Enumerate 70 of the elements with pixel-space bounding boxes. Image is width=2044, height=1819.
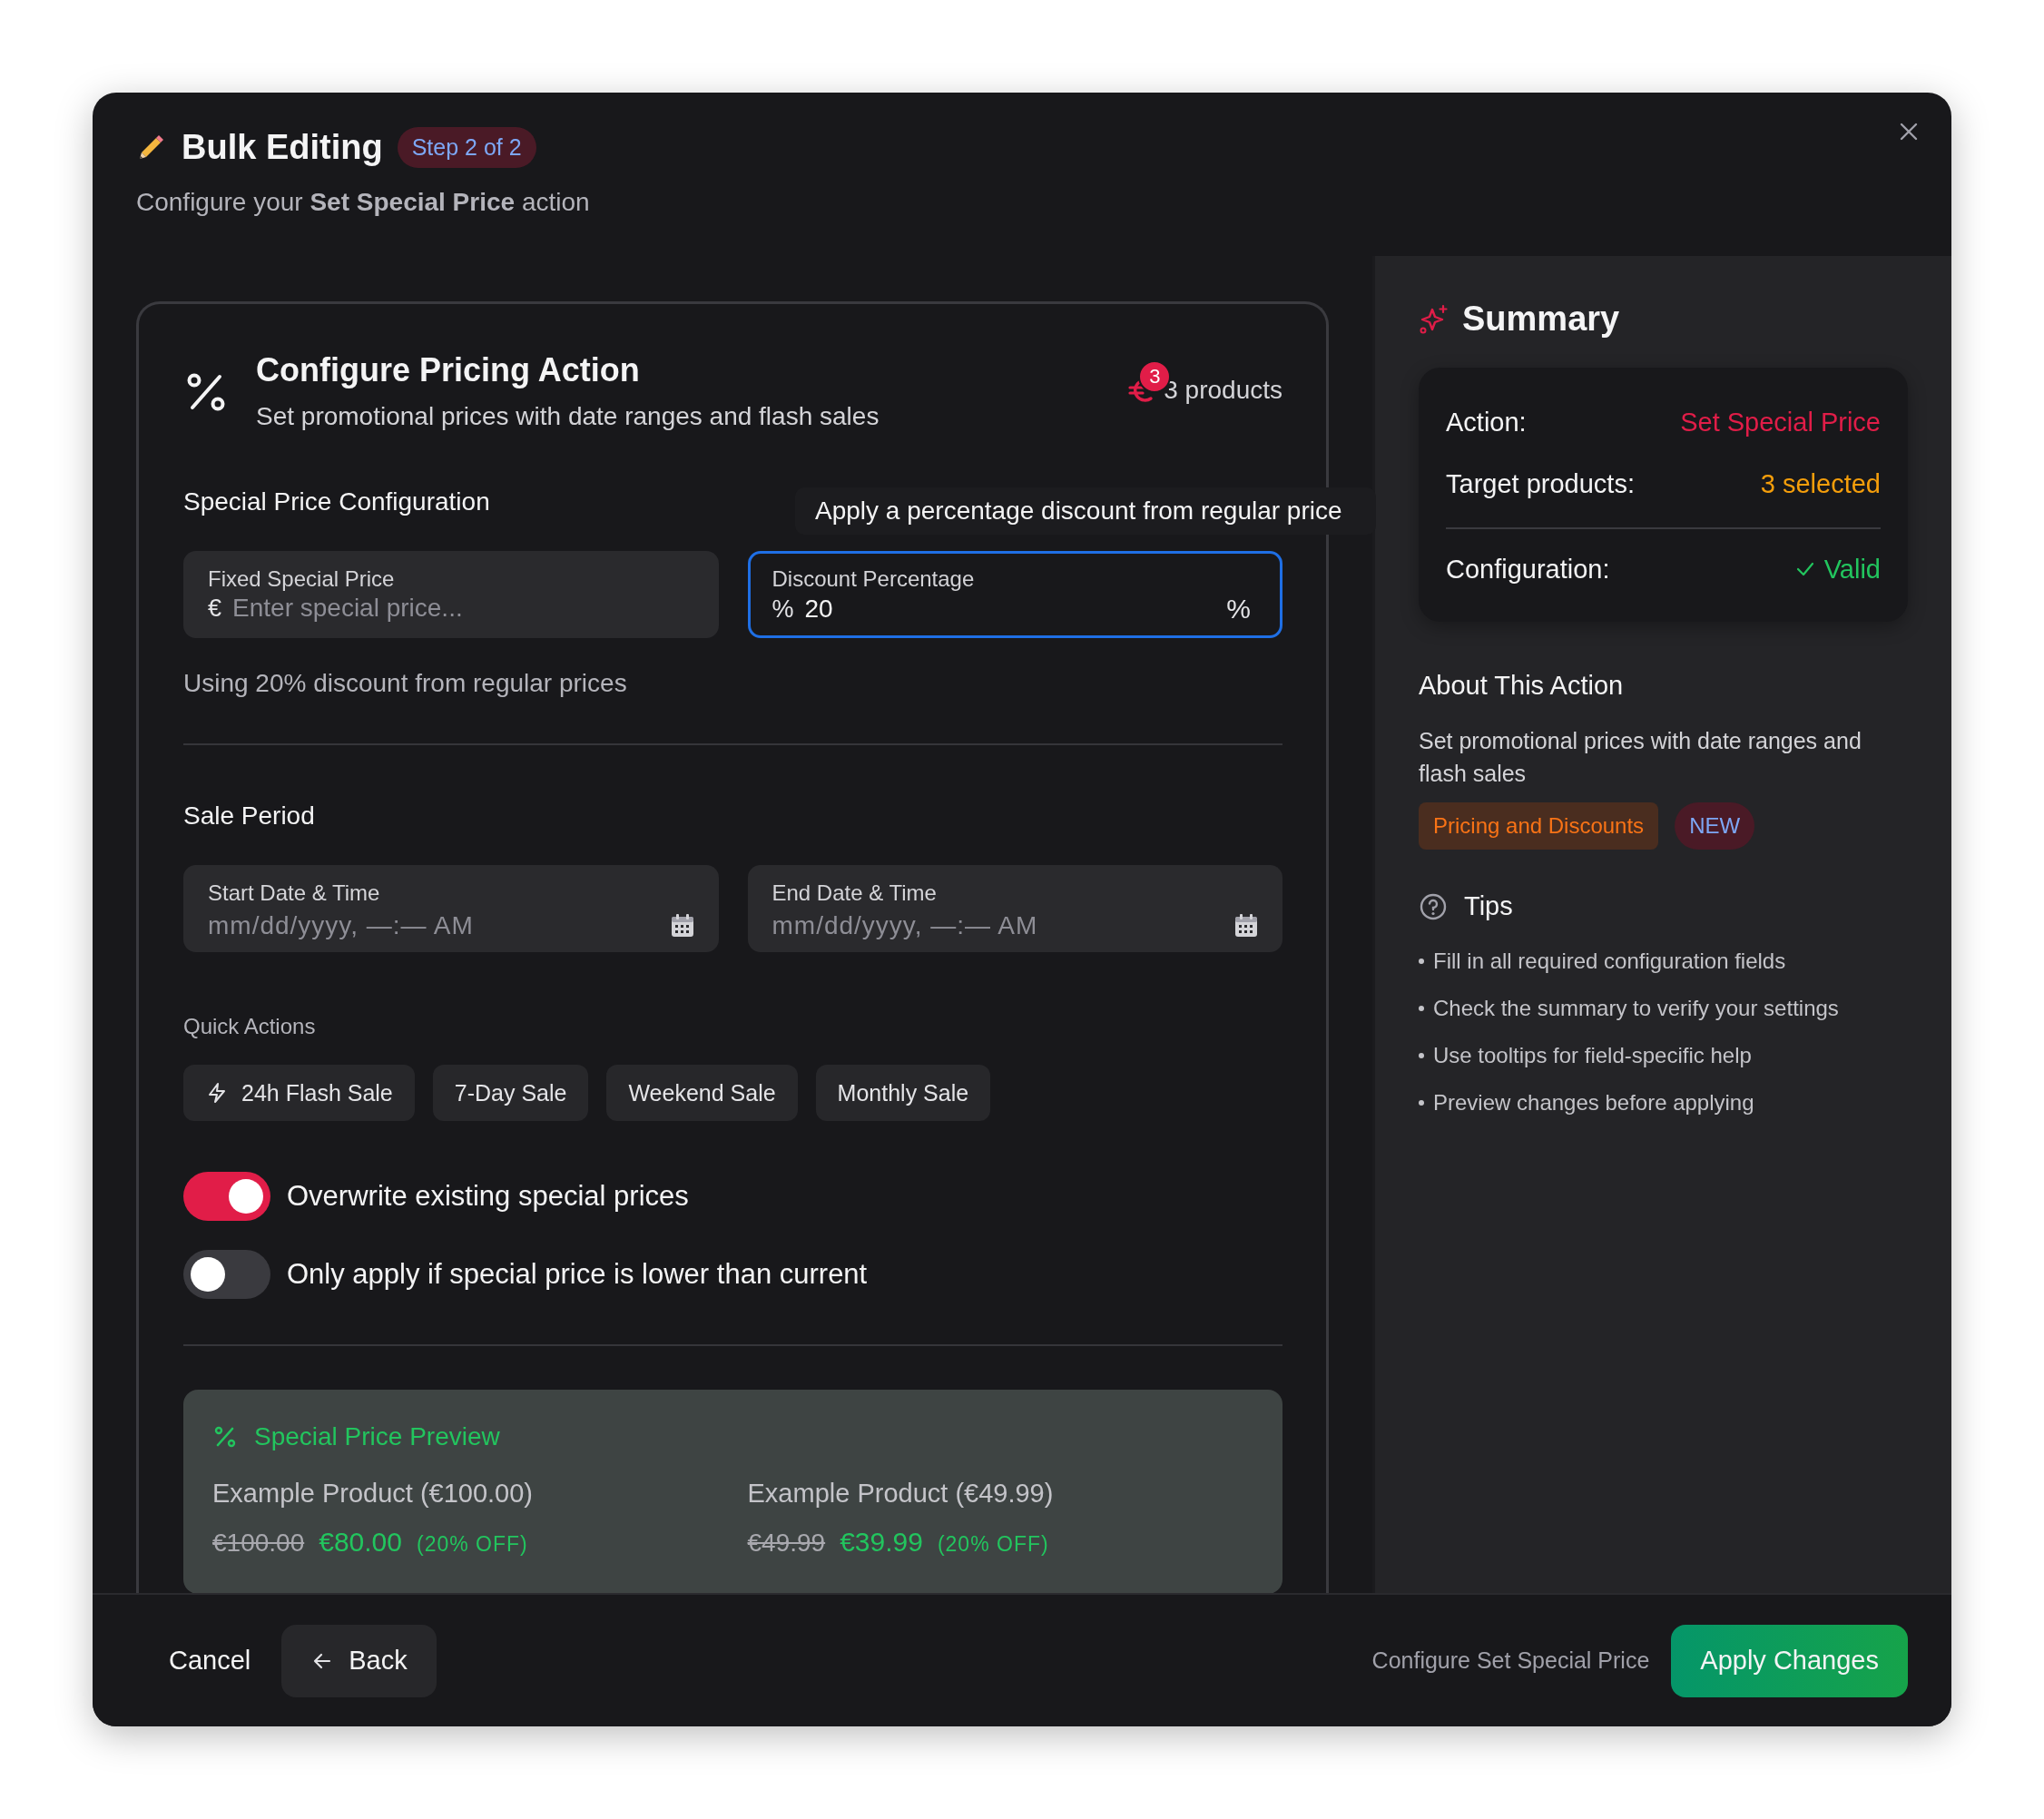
- dialog-title: Bulk Editing: [182, 128, 383, 167]
- tag: Pricing and Discounts: [1419, 802, 1659, 850]
- toggle-label: Overwrite existing special prices: [287, 1180, 689, 1213]
- card-title: Configure Pricing Action: [256, 351, 641, 389]
- new-price: €80.00: [319, 1527, 402, 1558]
- field-suffix: %: [1226, 594, 1251, 624]
- calendar-icon[interactable]: [1233, 912, 1260, 939]
- discount-label: (20% OFF): [937, 1532, 1049, 1557]
- summary-value: Valid: [1823, 554, 1881, 585]
- summary-label: Action:: [1446, 407, 1527, 438]
- back-button[interactable]: Back: [281, 1624, 437, 1697]
- section-heading: Sale Period: [183, 801, 315, 831]
- about-text: Set promotional prices with date ranges and flash sales: [1419, 727, 1862, 788]
- sparkle-icon: [1419, 303, 1449, 335]
- percent-icon: [212, 1424, 238, 1450]
- quick-action-button[interactable]: 7-Day Sale: [432, 1065, 589, 1121]
- help-icon: [1419, 891, 1448, 921]
- product-name: Example Product (€49.99): [747, 1479, 1055, 1509]
- input-field[interactable]: Enter special price...: [232, 594, 696, 623]
- toggle-label: Only apply if special price is lower than current: [287, 1258, 868, 1291]
- field-label: Discount Percentage: [771, 566, 976, 592]
- input-field[interactable]: 20: [804, 595, 1216, 624]
- section-heading: Special Price Configuration: [183, 487, 490, 516]
- bullet-icon: [1419, 1053, 1424, 1058]
- product-name: Example Product (€100.00): [212, 1479, 535, 1509]
- summary-value: 3 selected: [1760, 468, 1881, 499]
- toggle-switch[interactable]: [183, 1250, 270, 1299]
- date-input[interactable]: mm/dd/yyyy, —:— AM: [208, 911, 658, 940]
- cancel-button[interactable]: Cancel: [169, 1637, 251, 1685]
- field-label: End Date & Time: [771, 880, 938, 906]
- field-label: Fixed Special Price: [208, 566, 396, 592]
- close-icon: [1899, 122, 1919, 142]
- bullet-icon: [1419, 1100, 1424, 1106]
- new-price: €39.99: [840, 1527, 923, 1558]
- tip-text: Check the summary to verify your settings: [1433, 996, 1839, 1021]
- hint-text: Using 20% discount from regular prices: [183, 669, 628, 698]
- date-field[interactable]: Start Date & Time mm/dd/yyyy, —:— AM: [183, 865, 719, 952]
- discount-label: (20% OFF): [417, 1532, 528, 1557]
- bullet-icon: [1419, 1006, 1424, 1011]
- tooltip: Apply a percentage discount from regular price: [795, 487, 1376, 535]
- price-field[interactable]: Discount Percentage % 20 %: [747, 551, 1282, 638]
- status-text: Configure Set Special Price: [1371, 1647, 1650, 1674]
- summary-label: Target products:: [1446, 468, 1635, 499]
- tip-text: Preview changes before applying: [1433, 1090, 1754, 1116]
- toggle-switch[interactable]: [183, 1172, 270, 1221]
- price-field[interactable]: Fixed Special Price € Enter special price...: [183, 551, 719, 638]
- dialog-subtitle: Configure your Set Special Price action: [136, 188, 591, 217]
- summary-title: Summary: [1462, 300, 1620, 339]
- quick-action-button[interactable]: Weekend Sale: [606, 1065, 798, 1121]
- preview-title: Special Price Preview: [254, 1422, 500, 1451]
- date-input[interactable]: mm/dd/yyyy, —:— AM: [771, 911, 1222, 940]
- bullet-icon: [1419, 959, 1424, 964]
- summary-value: Set Special Price: [1680, 407, 1881, 438]
- quick-action-button[interactable]: 24h Flash Sale: [183, 1065, 415, 1121]
- field-label: Start Date & Time: [208, 880, 381, 906]
- date-field[interactable]: End Date & Time mm/dd/yyyy, —:— AM: [747, 865, 1282, 952]
- tag: NEW: [1675, 802, 1755, 850]
- tips-heading: Tips: [1464, 891, 1513, 921]
- old-price: €100.00: [212, 1529, 305, 1558]
- quick-action-button[interactable]: Monthly Sale: [815, 1065, 991, 1121]
- field-prefix: €: [208, 594, 222, 623]
- summary-label: Configuration:: [1446, 554, 1610, 585]
- tip-text: Fill in all required configuration fields: [1433, 949, 1786, 974]
- step-badge: Step 2 of 2: [397, 127, 536, 168]
- old-price: €49.99: [747, 1529, 826, 1558]
- tip-text: Use tooltips for field-specific help: [1433, 1043, 1752, 1068]
- field-prefix: %: [771, 595, 794, 624]
- card-subtitle: Set promotional prices with date ranges and flash sales: [256, 402, 880, 431]
- section-label: Quick Actions: [183, 1014, 317, 1039]
- about-heading: About This Action: [1419, 671, 1625, 701]
